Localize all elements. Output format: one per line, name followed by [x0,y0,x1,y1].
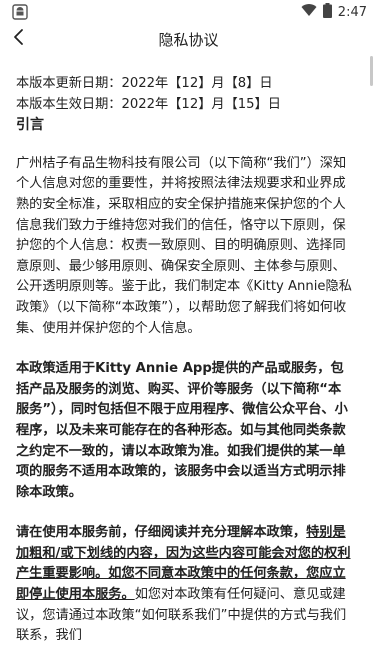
update-date: 本版本更新日期：2022年【12】月【8】日 [16,76,273,91]
status-indicators: 2:47 [301,2,367,22]
android-notification-icon [12,4,28,20]
page-title: 隐私协议 [158,31,219,49]
notice-bold-text: 请在使用本服务前，仔细阅读并充分理解本政策， [16,525,307,541]
battery-icon [322,2,332,22]
scope-paragraph: 本政策适用于Kitty Annie App提供的产品或服务，包括产品及服务的浏览… [16,361,348,500]
intro-paragraph: 广州桔子有品生物科技有限公司（以下简称“我们”）深知个人信息对您的重要性，并将按… [16,155,352,336]
effective-date: 本版本生效日期：2022年【12】月【15】日 [16,96,281,112]
status-bar: 2:47 [0,0,377,24]
wifi-icon [301,3,317,21]
nav-bar: 隐私协议 [0,24,377,54]
section-heading: 引言 [16,117,44,134]
notice-paragraph: 请在使用本服务前，仔细阅读并充分理解本政策，特别是加粗和/或下划线的内容，因为这… [16,523,352,647]
status-time: 2:47 [337,4,367,20]
privacy-document[interactable]: 本版本更新日期：2022年【12】月【8】日 本版本生效日期：2022年【12】… [16,74,352,647]
scrollbar[interactable] [370,56,373,86]
